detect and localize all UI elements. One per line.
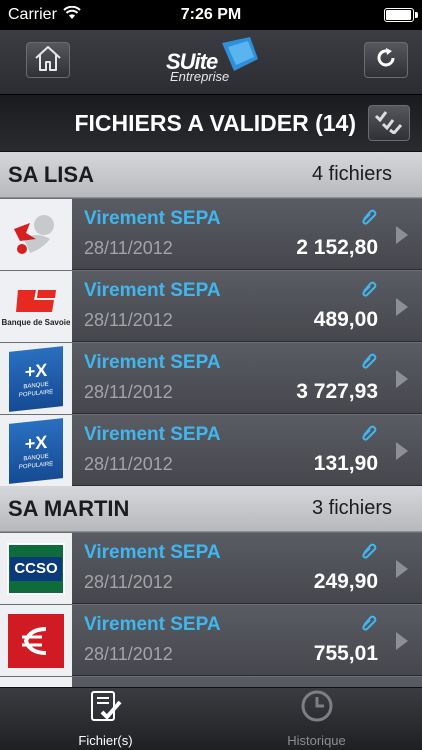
file-row[interactable]: Banque de Savoie Virement SEPA 28/11/201… <box>0 270 422 342</box>
paperclip-icon <box>360 279 378 304</box>
group-count: 4 fichiers <box>311 163 392 185</box>
carrier-label: Carrier <box>8 6 57 23</box>
paperclip-icon <box>360 423 378 448</box>
logo-sub-text: Entreprise <box>170 69 230 84</box>
bank-label: BANQUE POPULAIRE <box>18 452 54 470</box>
row-type: Virement SEPA <box>84 352 221 373</box>
row-type: Virement SEPA <box>84 542 221 563</box>
row-amount: 755,01 <box>313 642 378 665</box>
group-name: SA MARTIN <box>8 495 130 521</box>
page-title: FICHIERS A VALIDER (14) <box>74 110 356 136</box>
home-button[interactable] <box>26 42 70 78</box>
validate-all-button[interactable] <box>368 105 410 141</box>
row-date: 28/11/2012 <box>84 454 173 474</box>
paperclip-icon <box>360 613 378 638</box>
chevron-right-icon <box>396 442 408 460</box>
chevron-right-icon <box>396 298 408 316</box>
chevron-right-icon <box>396 632 408 650</box>
paperclip-icon <box>360 207 378 232</box>
row-type: Virement SEPA <box>84 614 221 635</box>
chevron-right-icon <box>396 560 408 578</box>
battery-fill <box>386 10 411 20</box>
chevron-right-icon <box>396 226 408 244</box>
row-date: 28/11/2012 <box>84 382 173 402</box>
tab-label: Historique <box>287 733 346 748</box>
status-left: Carrier <box>8 5 81 25</box>
caisse-epargne-logo-icon <box>0 605 72 676</box>
file-row[interactable]: +X BANQUE POPULAIRE Virement SEPA 28/11/… <box>0 414 422 486</box>
files-check-icon <box>88 688 124 729</box>
paperclip-icon <box>360 541 378 566</box>
bp-plus-x: +X <box>24 430 48 454</box>
group-name: SA LISA <box>8 161 94 187</box>
home-icon <box>33 44 63 77</box>
lisa-logo-icon <box>0 199 72 270</box>
row-date: 28/11/2012 <box>84 572 173 592</box>
row-amount: 2 152,80 <box>296 236 378 259</box>
tab-fichiers[interactable]: Fichier(s) <box>0 688 211 750</box>
validate-checks-icon <box>374 108 404 139</box>
files-list[interactable]: SA LISA 4 fichiers Virement SEPA 28/11/2… <box>0 152 422 687</box>
row-amount: 489,00 <box>313 308 378 331</box>
nav-bar: SUite Entreprise <box>0 30 422 94</box>
banque-populaire-logo-icon: +X BANQUE POPULAIRE <box>0 343 72 414</box>
bp-plus-x: +X <box>24 358 48 382</box>
tab-historique[interactable]: Historique <box>211 688 422 750</box>
chevron-right-icon <box>396 370 408 388</box>
group-header: SA LISA 4 fichiers <box>0 152 422 198</box>
refresh-button[interactable] <box>364 42 408 78</box>
tab-bar: Fichier(s) Historique <box>0 687 422 750</box>
bank-label: CCSO <box>14 560 58 577</box>
row-amount: 131,90 <box>313 452 378 475</box>
title-bar: FICHIERS A VALIDER (14) <box>0 94 422 152</box>
file-row[interactable]: Virement SEPA 28/11/2012 755,01 <box>0 604 422 676</box>
tab-label: Fichier(s) <box>78 733 133 748</box>
row-amount: 249,90 <box>313 570 378 593</box>
row-type: Virement SEPA <box>84 280 221 301</box>
group-count: 3 fichiers <box>311 497 392 519</box>
row-type: Virement SEPA <box>84 208 221 229</box>
paperclip-icon <box>360 351 378 376</box>
row-type: Virement SEPA <box>84 424 221 445</box>
battery-icon <box>384 8 418 22</box>
refresh-icon <box>375 47 397 74</box>
bank-logo-icon <box>0 677 72 687</box>
row-date: 28/11/2012 <box>84 310 173 330</box>
app-logo: SUite Entreprise <box>162 35 262 89</box>
file-row-partial[interactable] <box>0 676 422 687</box>
file-row[interactable]: +X BANQUE POPULAIRE Virement SEPA 28/11/… <box>0 342 422 414</box>
wifi-icon <box>63 5 81 25</box>
file-row[interactable]: CCSO Virement SEPA 28/11/2012 249,90 <box>0 532 422 604</box>
row-date: 28/11/2012 <box>84 644 173 664</box>
file-row[interactable]: Virement SEPA 28/11/2012 2 152,80 <box>0 198 422 270</box>
bank-label: Banque de Savoie <box>1 318 71 327</box>
status-bar: Carrier 7:26 PM <box>0 0 422 30</box>
clock-icon <box>299 688 335 729</box>
ccso-logo-icon: CCSO <box>0 533 72 604</box>
bank-label: BANQUE POPULAIRE <box>18 380 54 398</box>
row-date: 28/11/2012 <box>84 238 173 258</box>
banque-populaire-logo-icon: +X BANQUE POPULAIRE <box>0 415 72 486</box>
banque-de-savoie-logo-icon: Banque de Savoie <box>0 271 72 342</box>
row-amount: 3 727,93 <box>296 380 378 403</box>
group-header: SA MARTIN 3 fichiers <box>0 486 422 532</box>
